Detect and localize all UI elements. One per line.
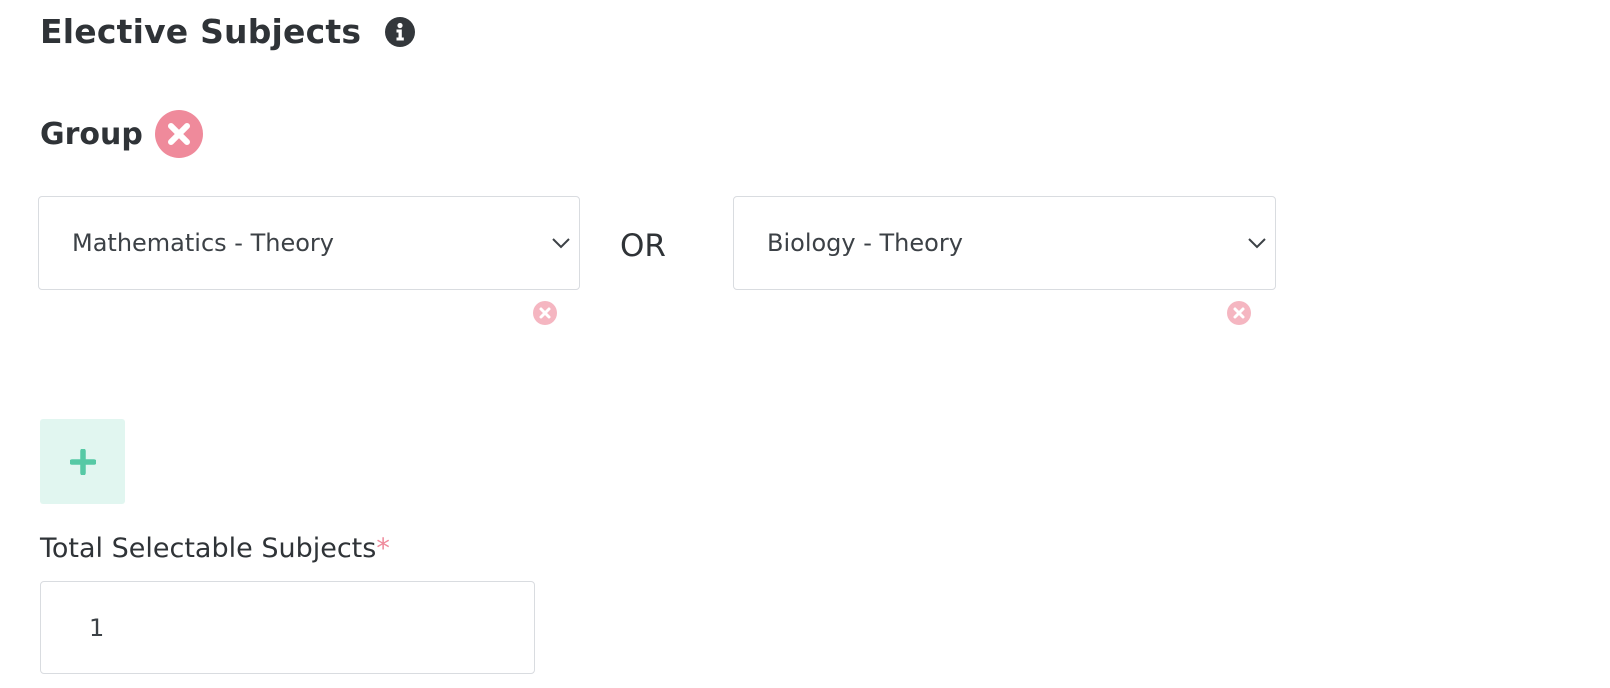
plus-icon	[69, 448, 96, 475]
subject-select-1-value: Mathematics - Theory	[72, 229, 334, 257]
chevron-down-icon	[552, 238, 570, 249]
info-circle-icon[interactable]	[385, 16, 416, 47]
elective-subjects-form: Elective Subjects Group Mathematics - Th…	[0, 0, 1610, 688]
add-group-button[interactable]	[40, 419, 125, 504]
total-selectable-label-text: Total Selectable Subjects	[40, 533, 377, 564]
section-header: Elective Subjects	[40, 12, 416, 51]
total-selectable-label: Total Selectable Subjects*	[40, 533, 390, 564]
remove-group-close-icon[interactable]	[154, 110, 203, 158]
remove-subject-1-close-icon[interactable]	[533, 301, 557, 325]
subject-select-2[interactable]: Biology - Theory	[733, 196, 1276, 290]
required-asterisk: *	[376, 533, 390, 564]
group-label: Group	[40, 116, 143, 152]
remove-subject-2-close-icon[interactable]	[1227, 301, 1251, 325]
chevron-down-icon	[1248, 238, 1266, 249]
section-title: Elective Subjects	[40, 12, 362, 51]
or-separator: OR	[620, 228, 666, 264]
subject-select-2-value: Biology - Theory	[767, 229, 963, 257]
group-header: Group	[40, 110, 203, 158]
total-selectable-input[interactable]	[40, 581, 535, 674]
subject-select-1[interactable]: Mathematics - Theory	[38, 196, 580, 290]
